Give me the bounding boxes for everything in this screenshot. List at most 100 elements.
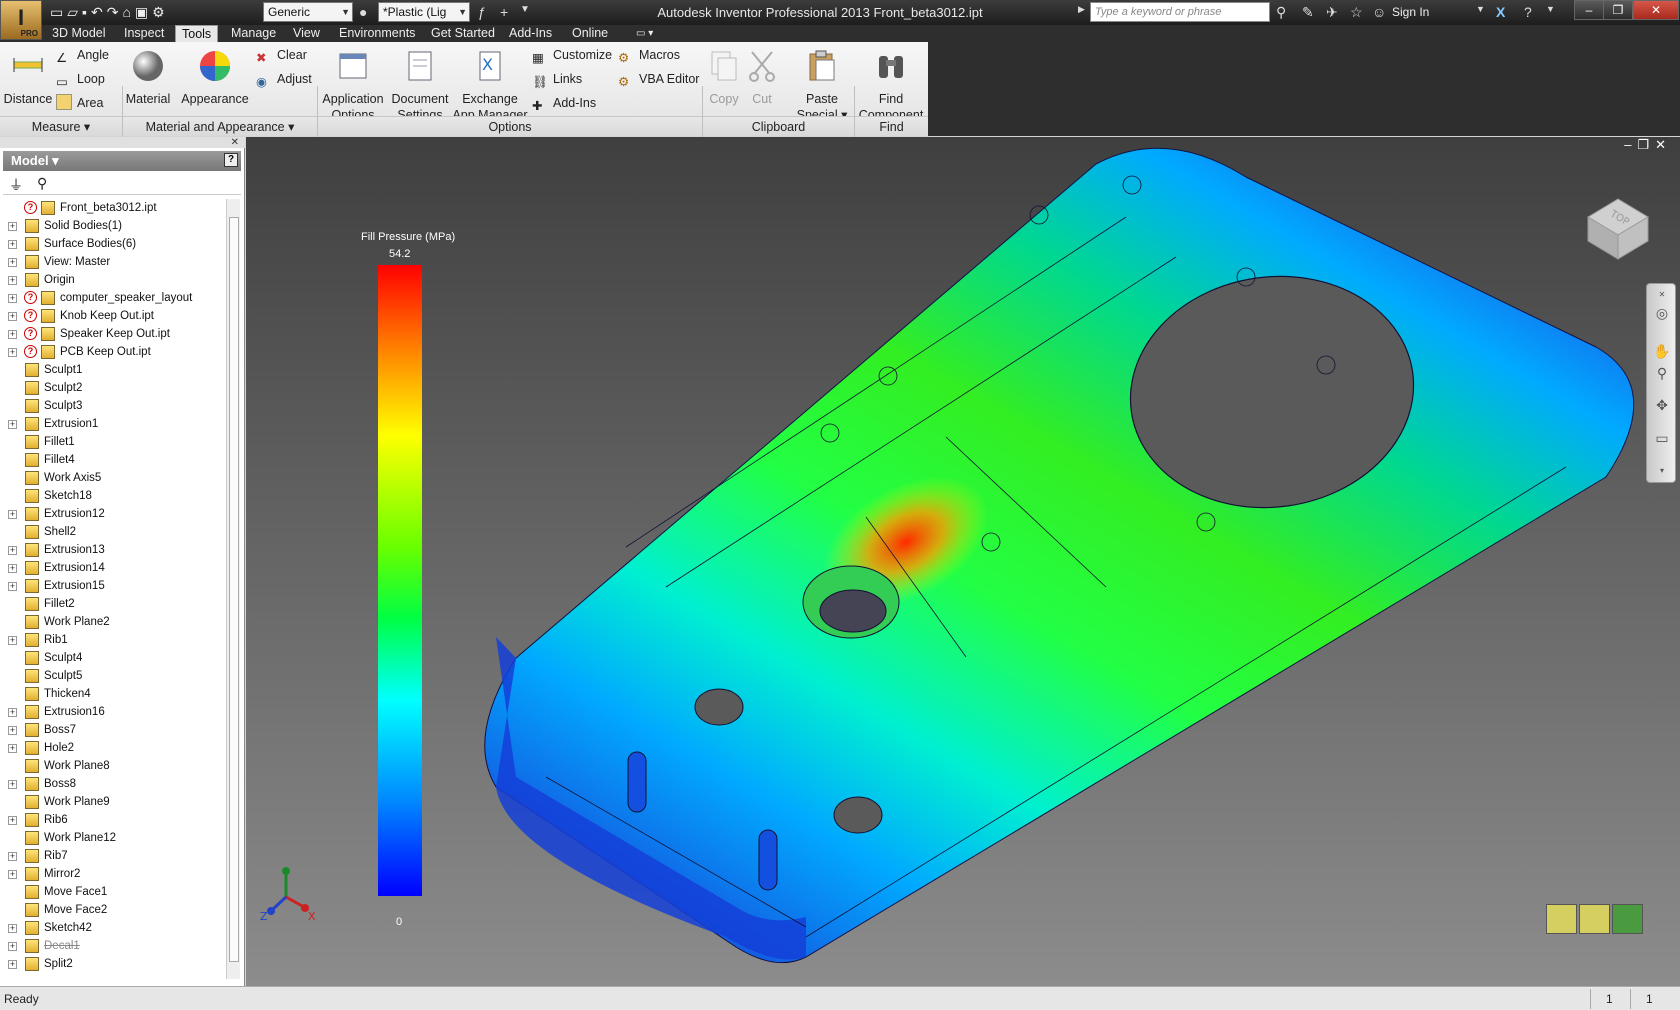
tab-add-ins[interactable]: Add-Ins	[503, 25, 558, 42]
expand-icon[interactable]: +	[8, 546, 17, 555]
tools-icon[interactable]: ✎	[1302, 4, 1314, 21]
expand-icon[interactable]: +	[8, 708, 17, 717]
paste-special-button[interactable]: Paste Special ▾	[796, 44, 848, 123]
expand-icon[interactable]: +	[8, 222, 17, 231]
zoom-icon[interactable]: ⚲	[1653, 364, 1671, 382]
select-icon[interactable]: ▣	[135, 4, 148, 21]
expand-icon[interactable]: +	[8, 870, 17, 879]
expand-icon[interactable]: +	[8, 420, 17, 429]
expand-icon[interactable]: +	[8, 942, 17, 951]
vp-close-icon[interactable]: ✕	[1655, 137, 1672, 152]
qat-dropdown-icon[interactable]: ▼	[520, 4, 530, 15]
expand-icon[interactable]: +	[8, 582, 17, 591]
find-component-button[interactable]: Find Component	[856, 44, 926, 123]
tab-view[interactable]: View	[287, 25, 326, 42]
tab-3d-model[interactable]: 3D Model	[46, 25, 112, 42]
material-combo[interactable]: Generic ▼	[263, 2, 353, 22]
minimize-button[interactable]: –	[1574, 0, 1604, 20]
expand-icon[interactable]: +	[8, 744, 17, 753]
search-input[interactable]: Type a keyword or phrase	[1090, 2, 1270, 22]
expand-icon[interactable]: +	[8, 960, 17, 969]
angle-button[interactable]: ∠ Angle	[56, 45, 109, 65]
filter-icon[interactable]: ⏚	[9, 175, 23, 195]
app-menu-button[interactable]: I PRO	[0, 0, 42, 40]
material-warning-icon[interactable]	[1579, 904, 1610, 934]
expand-icon[interactable]: +	[8, 636, 17, 645]
clear-appearance-button[interactable]: ✖ Clear	[256, 45, 307, 65]
copy-button[interactable]: Copy	[704, 44, 744, 107]
steering-wheel-icon[interactable]: ◎	[1653, 304, 1671, 322]
sign-in-link[interactable]: Sign In	[1392, 5, 1429, 19]
material-button[interactable]: Material	[122, 44, 174, 107]
application-options-button[interactable]: Application Options	[320, 44, 386, 123]
ribbon-options-icon[interactable]: ▭ ▾	[630, 25, 659, 42]
help-dropdown-icon[interactable]: ▼	[1546, 4, 1555, 14]
measure-panel-label[interactable]: Measure ▾	[0, 116, 122, 136]
exchange-icon[interactable]: X	[1496, 4, 1505, 20]
expand-icon[interactable]: +	[8, 510, 17, 519]
navbar-options-icon[interactable]: ▾	[1653, 462, 1671, 480]
part-outer-wall[interactable]	[484, 147, 1635, 964]
help-icon[interactable]: ?	[1524, 4, 1532, 20]
expand-icon[interactable]: +	[8, 564, 17, 573]
location-icon[interactable]	[1612, 904, 1643, 934]
macros-button[interactable]: ⚙ Macros	[618, 45, 680, 65]
adjust-appearance-button[interactable]: ◉ Adjust	[256, 69, 312, 89]
expand-icon[interactable]: +	[8, 726, 17, 735]
scrollbar-thumb[interactable]	[229, 217, 239, 962]
expand-icon[interactable]: +	[8, 330, 17, 339]
look-at-icon[interactable]: ▭	[1653, 429, 1671, 447]
expand-icon[interactable]: +	[8, 348, 17, 357]
satellite-icon[interactable]: ✈	[1326, 4, 1338, 21]
open-icon[interactable]: ▱	[67, 4, 78, 21]
expand-icon[interactable]: +	[8, 240, 17, 249]
loop-button[interactable]: ▭ Loop	[56, 69, 105, 89]
customize-button[interactable]: ▦ Customize	[532, 45, 612, 65]
save-icon[interactable]: ▪	[82, 4, 87, 20]
exchange-app-manager-button[interactable]: X Exchange App Manager	[452, 44, 528, 123]
expand-icon[interactable]: +	[8, 276, 17, 285]
model-browser-tab[interactable]: Model ▾?	[3, 151, 241, 171]
document-settings-button[interactable]: Document Settings	[388, 44, 452, 123]
vp-minimize-icon[interactable]: –	[1624, 137, 1637, 152]
pan-icon[interactable]: ✋	[1653, 342, 1671, 360]
find-icon[interactable]: ⚲	[37, 175, 47, 192]
vp-restore-icon[interactable]: ❐	[1637, 137, 1655, 152]
fx-icon[interactable]: ƒ	[478, 4, 486, 20]
cut-button[interactable]: Cut	[744, 44, 780, 107]
appearance-button[interactable]: Appearance	[180, 44, 250, 107]
redo-icon[interactable]: ↷	[107, 4, 119, 21]
search-expand-icon[interactable]: ▶	[1078, 4, 1085, 15]
graphics-window[interactable]: Fill Pressure (MPa) 54.2 0 X Z –❐✕ TOP ✕…	[246, 137, 1680, 986]
undo-icon[interactable]: ↶	[91, 4, 103, 21]
links-button[interactable]: ⛓ Links	[532, 69, 582, 89]
tab-environments[interactable]: Environments	[333, 25, 421, 42]
distance-button[interactable]: Distance	[2, 44, 54, 107]
part-model[interactable]	[246, 137, 1680, 986]
close-button[interactable]: ✕	[1633, 0, 1679, 20]
tree-scrollbar[interactable]	[226, 199, 240, 979]
orbit-icon[interactable]: ✥	[1653, 396, 1671, 414]
new-icon[interactable]: ▭	[50, 4, 63, 21]
update-icon[interactable]: ⚙	[152, 4, 165, 21]
expand-icon[interactable]: +	[8, 294, 17, 303]
expand-icon[interactable]: +	[8, 924, 17, 933]
expand-icon[interactable]: +	[8, 780, 17, 789]
viewcube[interactable]: TOP	[1582, 189, 1654, 261]
screw-hole-1[interactable]	[694, 688, 744, 726]
tab-tools[interactable]: Tools	[175, 25, 219, 42]
sign-in-dropdown-icon[interactable]: ▼	[1476, 4, 1485, 14]
add-ins-button[interactable]: ✚ Add-Ins	[532, 93, 596, 113]
tab-manage[interactable]: Manage	[225, 25, 282, 42]
tab-inspect[interactable]: Inspect	[118, 25, 170, 42]
vba-editor-button[interactable]: ⚙ VBA Editor	[618, 69, 699, 89]
expand-icon[interactable]: +	[8, 816, 17, 825]
expand-icon[interactable]: +	[8, 258, 17, 267]
tab-online[interactable]: Online	[566, 25, 614, 42]
screw-hole-2[interactable]	[833, 796, 883, 834]
material-appearance-panel-label[interactable]: Material and Appearance ▾	[123, 116, 317, 136]
expand-icon[interactable]: +	[8, 312, 17, 321]
add-icon[interactable]: +	[500, 4, 508, 20]
help-icon[interactable]: ?	[224, 153, 238, 167]
expand-icon[interactable]: +	[8, 852, 17, 861]
